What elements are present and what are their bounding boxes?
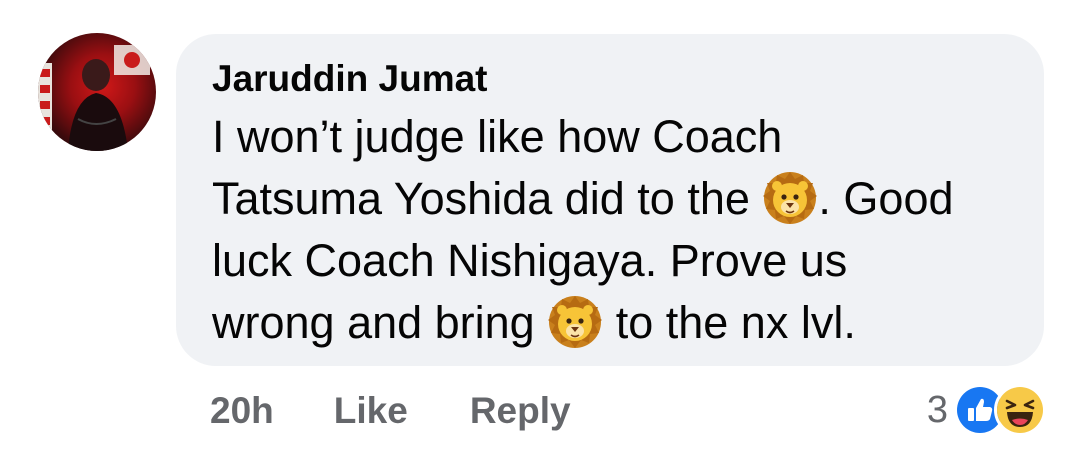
comment-author[interactable]: Jaruddin Jumat [212, 56, 1008, 102]
reaction-count: 3 [926, 388, 948, 431]
haha-reaction-icon [994, 384, 1046, 436]
comment-actions: 20h Like Reply [210, 386, 571, 436]
comment-text-line2a: Tatsuma Yoshida did to the [212, 173, 763, 224]
comment-text-line2b: . Good [818, 173, 954, 224]
avatar[interactable] [38, 33, 156, 151]
comment-text-line3: luck Coach Nishigaya. Prove us [212, 235, 848, 286]
reaction-summary[interactable]: 3 [927, 382, 1046, 438]
comment-bubble: Jaruddin Jumat I won’t judge like how Co… [176, 34, 1044, 366]
like-button[interactable]: Like [334, 390, 408, 432]
comment-text-line4b: to the nx lvl. [603, 297, 856, 348]
avatar-photo [38, 45, 150, 151]
comment-text-line1: I won’t judge like how Coach [212, 111, 783, 162]
comment-text: I won’t judge like how Coach Tatsuma Yos… [212, 106, 1012, 354]
reply-button[interactable]: Reply [470, 390, 571, 432]
lion-emoji-icon [547, 294, 603, 350]
comment-timestamp[interactable]: 20h [210, 390, 274, 432]
comment-text-line4a: wrong and bring [212, 297, 548, 348]
lion-emoji-icon [762, 170, 818, 226]
